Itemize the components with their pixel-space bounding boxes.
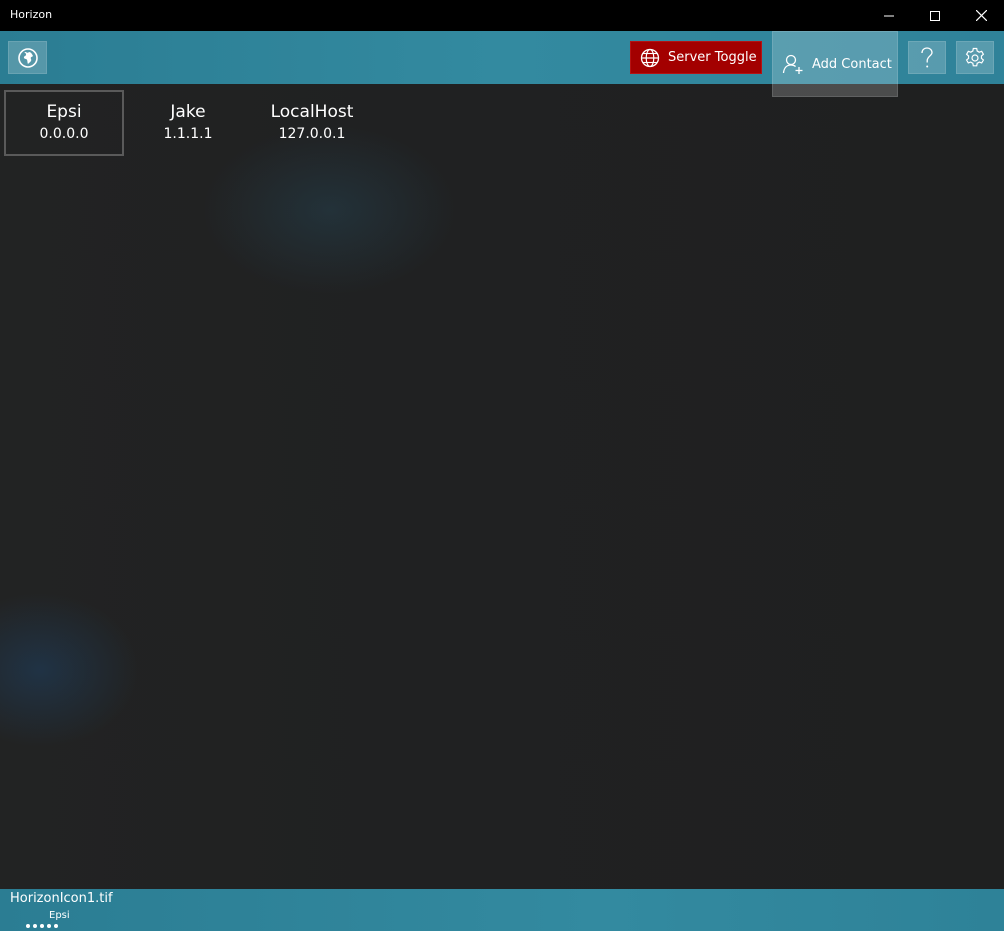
add-contact-button[interactable]: Add Contact	[772, 31, 898, 97]
contact-name: LocalHost	[270, 102, 354, 122]
question-mark-icon	[921, 46, 933, 67]
toolbar: Server Toggle Add Contact	[0, 31, 1004, 97]
gear-icon	[965, 47, 985, 66]
server-toggle-label: Server Toggle	[668, 50, 757, 65]
contact-tile[interactable]: Epsi 0.0.0.0	[4, 90, 124, 156]
app-window: Horizon Server Toggle Add Contact Epsi 0…	[0, 0, 1004, 931]
globe-icon	[17, 47, 38, 68]
loading-dot	[33, 924, 37, 928]
close-icon	[975, 10, 987, 21]
settings-button[interactable]	[956, 41, 994, 74]
close-button[interactable]	[958, 0, 1004, 31]
status-user-name: Epsi	[49, 910, 70, 921]
maximize-icon	[930, 10, 940, 21]
add-person-icon	[782, 54, 803, 74]
contact-tile[interactable]: LocalHost 127.0.0.1	[252, 90, 372, 156]
status-file-name: HorizonIcon1.tif	[10, 891, 113, 906]
loading-dot	[54, 924, 58, 928]
contact-ip: 0.0.0.0	[39, 126, 89, 142]
window-title: Horizon	[10, 8, 53, 21]
help-button[interactable]	[908, 41, 946, 74]
globe-grid-icon	[640, 48, 660, 67]
contact-name: Jake	[170, 102, 206, 122]
maximize-button[interactable]	[912, 0, 958, 31]
minimize-icon	[884, 15, 894, 16]
loading-dot	[26, 924, 30, 928]
minimize-button[interactable]	[866, 0, 912, 31]
contact-ip: 127.0.0.1	[278, 126, 346, 142]
contact-tile[interactable]: Jake 1.1.1.1	[128, 90, 248, 156]
loading-dots-icon	[26, 924, 58, 928]
globe-button[interactable]	[8, 41, 47, 74]
add-contact-label: Add Contact	[812, 56, 892, 72]
contact-name: Epsi	[46, 102, 82, 122]
contact-ip: 1.1.1.1	[163, 126, 213, 142]
server-toggle-button[interactable]: Server Toggle	[630, 41, 762, 74]
title-bar[interactable]: Horizon	[0, 0, 1004, 31]
loading-dot	[47, 924, 51, 928]
loading-dot	[40, 924, 44, 928]
status-bar: HorizonIcon1.tif Epsi	[0, 889, 1004, 931]
